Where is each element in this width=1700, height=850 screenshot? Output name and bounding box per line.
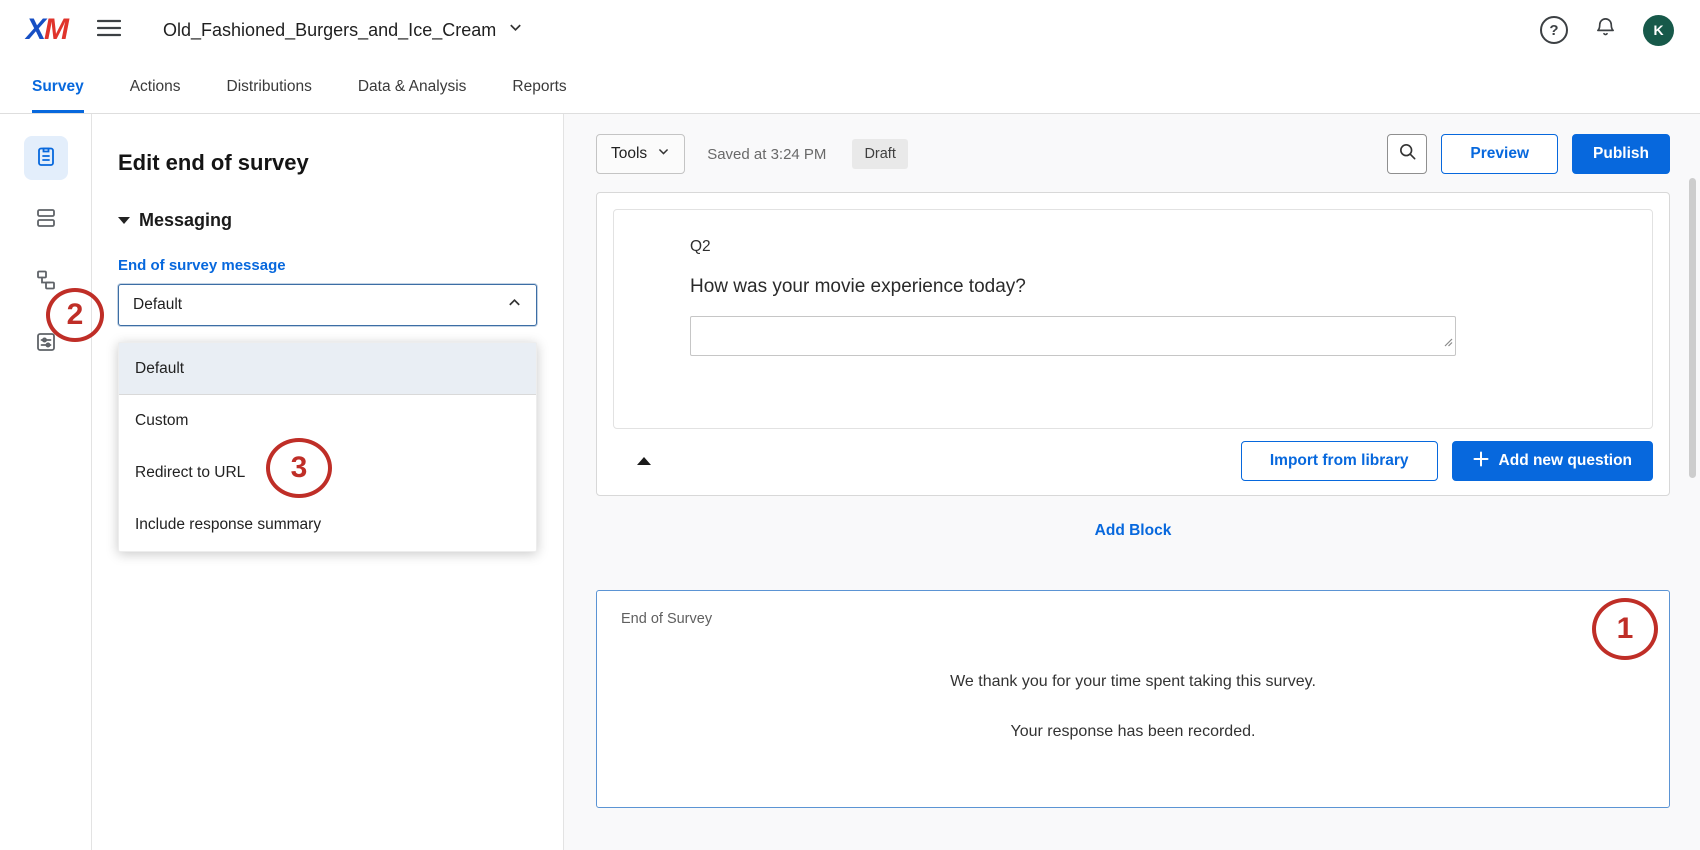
tab-data-analysis[interactable]: Data & Analysis (358, 60, 467, 113)
option-include-response-summary[interactable]: Include response summary (119, 499, 536, 551)
end-of-survey-label: End of Survey (621, 611, 1645, 627)
footer-buttons: Import from library Add new question (1241, 441, 1653, 481)
body: Edit end of survey Messaging End of surv… (0, 114, 1700, 850)
tab-actions[interactable]: Actions (130, 60, 181, 113)
chevron-up-icon (507, 295, 522, 315)
rail-item-survey-builder[interactable] (24, 136, 68, 180)
help-icon: ? (1549, 22, 1558, 39)
chevron-down-icon (657, 145, 670, 163)
import-from-library-button[interactable]: Import from library (1241, 441, 1438, 481)
survey-canvas: Tools Saved at 3:24 PM Draft (564, 114, 1700, 850)
header-actions: ? K (1540, 15, 1674, 46)
option-custom[interactable]: Custom (119, 395, 536, 447)
messaging-section-toggle[interactable]: Messaging (118, 210, 537, 231)
hamburger-menu-button[interactable] (97, 19, 121, 42)
notifications-button[interactable] (1594, 16, 1617, 44)
logo-x: X (26, 13, 44, 46)
search-button[interactable] (1387, 134, 1427, 174)
survey-options-icon (34, 268, 58, 297)
draft-status-badge: Draft (852, 139, 907, 169)
tools-button[interactable]: Tools (596, 134, 685, 174)
question-block-card: Q2 How was your movie experience today? … (596, 192, 1670, 496)
bell-icon (1594, 26, 1617, 43)
avatar-initial: K (1653, 22, 1663, 38)
tab-survey[interactable]: Survey (32, 60, 84, 113)
end-of-survey-block[interactable]: End of Survey We thank you for your time… (596, 590, 1670, 808)
logo-m: M (44, 13, 67, 46)
chevron-down-icon (508, 20, 523, 40)
add-new-question-button[interactable]: Add new question (1452, 441, 1653, 481)
question-q2[interactable]: Q2 How was your movie experience today? (613, 209, 1653, 429)
end-of-survey-message-select[interactable]: Default (118, 284, 537, 326)
tab-distributions[interactable]: Distributions (227, 60, 312, 113)
survey-builder-icon (34, 144, 58, 173)
annotation-circle-1: 1 (1592, 598, 1658, 660)
panel-title: Edit end of survey (118, 150, 537, 176)
xm-logo[interactable]: XM (26, 13, 67, 47)
annotation-circle-3: 3 (266, 438, 332, 498)
toolbar-actions: Preview Publish (1387, 134, 1670, 174)
publish-button[interactable]: Publish (1572, 134, 1670, 174)
saved-status: Saved at 3:24 PM (707, 146, 826, 163)
help-button[interactable]: ? (1540, 16, 1568, 44)
annotation-circle-2: 2 (46, 288, 104, 342)
tools-label: Tools (611, 145, 647, 163)
rail-item-survey-flow[interactable] (24, 198, 68, 242)
select-dropdown-menu: Default Custom Redirect to URL Include r… (118, 342, 537, 552)
end-of-survey-message-line1: We thank you for your time spent taking … (621, 673, 1645, 691)
messaging-section-label: Messaging (139, 210, 232, 231)
end-of-survey-message-line2: Your response has been recorded. (621, 723, 1645, 741)
menu-icon (97, 19, 121, 42)
answer-textbox[interactable] (690, 316, 1456, 356)
tab-reports[interactable]: Reports (512, 60, 566, 113)
search-icon (1398, 142, 1417, 166)
survey-flow-icon (34, 206, 58, 235)
survey-name: Old_Fashioned_Burgers_and_Ice_Cream (163, 20, 496, 41)
plus-icon (1473, 451, 1489, 472)
preview-button[interactable]: Preview (1441, 134, 1558, 174)
vertical-scrollbar[interactable] (1689, 178, 1696, 478)
caret-down-icon (118, 217, 130, 224)
answer-field-wrap (690, 316, 1456, 356)
app-window: XM Old_Fashioned_Burgers_and_Ice_Cream ? (0, 0, 1700, 850)
add-new-question-label: Add new question (1499, 452, 1632, 470)
user-avatar[interactable]: K (1643, 15, 1674, 46)
question-id: Q2 (690, 238, 1632, 256)
survey-name-dropdown[interactable]: Old_Fashioned_Burgers_and_Ice_Cream (163, 20, 523, 41)
question-card-footer: Import from library Add new question (613, 441, 1653, 481)
canvas-toolbar: Tools Saved at 3:24 PM Draft (596, 134, 1670, 174)
select-value: Default (133, 296, 182, 314)
top-header: XM Old_Fashioned_Burgers_and_Ice_Cream ? (0, 0, 1700, 60)
primary-nav: Survey Actions Distributions Data & Anal… (0, 60, 1700, 114)
option-default[interactable]: Default (119, 343, 536, 395)
add-block-row: Add Block (596, 522, 1670, 540)
add-block-link[interactable]: Add Block (1095, 522, 1172, 539)
question-text[interactable]: How was your movie experience today? (690, 276, 1632, 298)
left-icon-rail (0, 114, 92, 850)
collapse-up-icon[interactable] (637, 457, 651, 465)
end-of-survey-message-label[interactable]: End of survey message (118, 257, 537, 274)
